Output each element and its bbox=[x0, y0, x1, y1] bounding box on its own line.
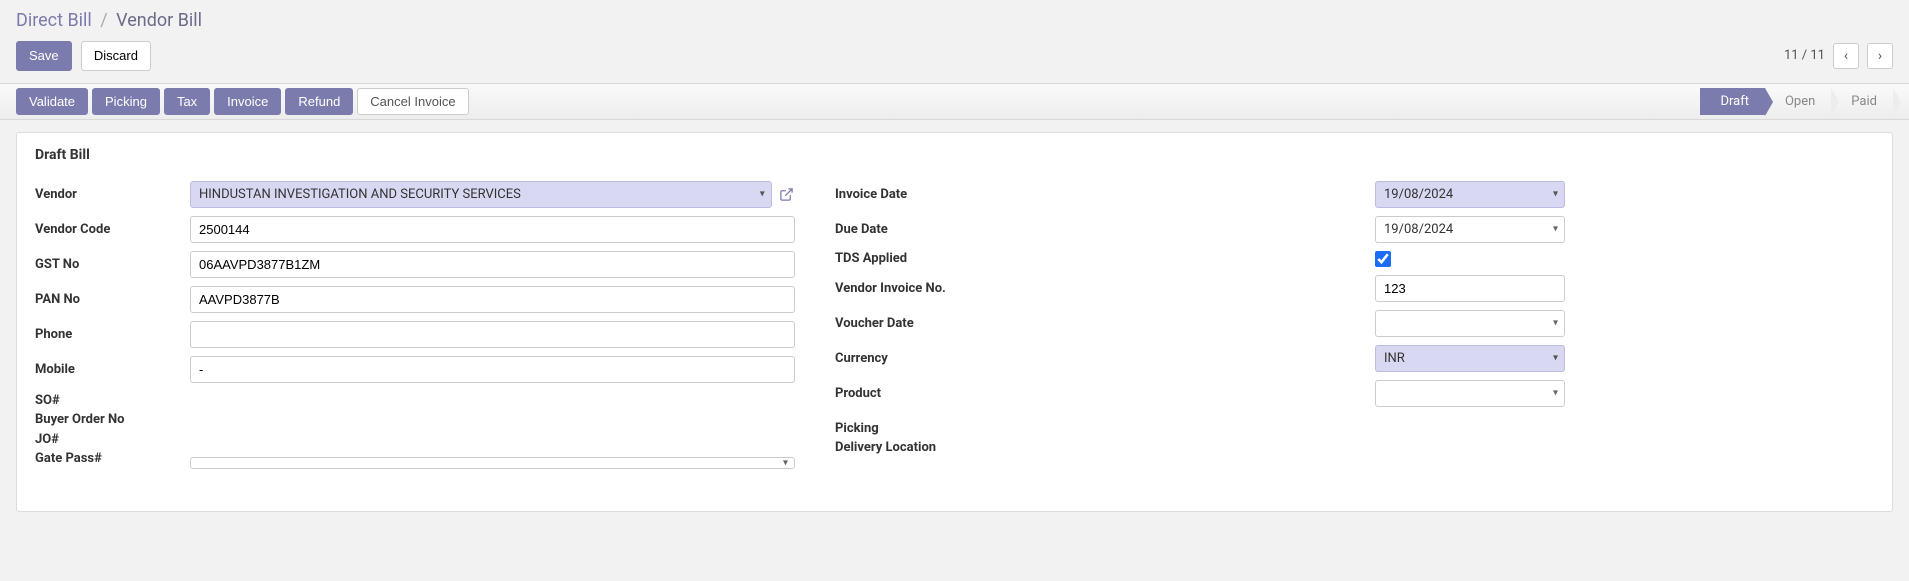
control-buttons: Save Discard bbox=[16, 41, 151, 71]
invoice-date-input[interactable]: 19/08/2024 bbox=[1375, 181, 1565, 208]
vendor-invoice-no-label: Vendor Invoice No. bbox=[835, 281, 1375, 296]
vendor-label: Vendor bbox=[35, 187, 190, 202]
pager-next[interactable]: › bbox=[1867, 43, 1893, 69]
mobile-input[interactable] bbox=[190, 356, 795, 383]
chevron-left-icon: ‹ bbox=[1844, 48, 1848, 64]
gst-no-input[interactable] bbox=[190, 251, 795, 278]
statusbar: Draft Open Paid bbox=[1700, 88, 1893, 115]
form-left-col: Vendor HINDUSTAN INVESTIGATION AND SECUR… bbox=[35, 181, 795, 477]
picking-labels: Picking Delivery Location bbox=[835, 419, 1375, 458]
so-labels: SO# Buyer Order No JO# Gate Pass# bbox=[35, 391, 190, 469]
product-select[interactable] bbox=[1375, 380, 1565, 407]
gst-no-label: GST No bbox=[35, 257, 190, 272]
vendor-code-input[interactable] bbox=[190, 216, 795, 243]
breadcrumb: Direct Bill / Vendor Bill bbox=[0, 0, 1909, 37]
sheet-title: Draft Bill bbox=[35, 147, 1874, 163]
tax-button[interactable]: Tax bbox=[164, 88, 210, 115]
vendor-invoice-no-input[interactable] bbox=[1375, 275, 1565, 302]
save-button[interactable]: Save bbox=[16, 41, 72, 71]
so-label: SO# bbox=[35, 391, 182, 411]
voucher-date-label: Voucher Date bbox=[835, 316, 1375, 331]
breadcrumb-parent[interactable]: Direct Bill bbox=[16, 10, 92, 31]
cancel-invoice-button[interactable]: Cancel Invoice bbox=[357, 88, 468, 115]
buyer-order-no-label: Buyer Order No bbox=[35, 410, 182, 430]
invoice-button[interactable]: Invoice bbox=[214, 88, 281, 115]
currency-select[interactable]: INR bbox=[1375, 345, 1565, 372]
tds-applied-label: TDS Applied bbox=[835, 251, 1375, 266]
product-label: Product bbox=[835, 386, 1375, 401]
voucher-date-input[interactable] bbox=[1375, 310, 1565, 337]
status-paid[interactable]: Paid bbox=[1831, 88, 1893, 115]
jo-label: JO# bbox=[35, 430, 182, 450]
pan-no-input[interactable] bbox=[190, 286, 795, 313]
delivery-location-label: Delivery Location bbox=[835, 438, 1367, 458]
vendor-code-label: Vendor Code bbox=[35, 222, 190, 237]
phone-label: Phone bbox=[35, 327, 190, 342]
pager-count: 11 / 11 bbox=[1784, 48, 1825, 63]
pager-prev[interactable]: ‹ bbox=[1833, 43, 1859, 69]
status-open[interactable]: Open bbox=[1765, 88, 1831, 115]
currency-label: Currency bbox=[835, 351, 1375, 366]
due-date-input[interactable]: 19/08/2024 bbox=[1375, 216, 1565, 243]
form-sheet: Draft Bill Vendor HINDUSTAN INVESTIGATIO… bbox=[16, 132, 1893, 512]
picking-button[interactable]: Picking bbox=[92, 88, 160, 115]
pager: 11 / 11 ‹ › bbox=[1784, 43, 1893, 69]
external-link-icon[interactable] bbox=[778, 185, 795, 203]
mobile-label: Mobile bbox=[35, 362, 190, 377]
breadcrumb-sep: / bbox=[100, 10, 107, 31]
action-buttons: Validate Picking Tax Invoice Refund Canc… bbox=[16, 88, 469, 115]
invoice-date-label: Invoice Date bbox=[835, 187, 1375, 202]
breadcrumb-current: Vendor Bill bbox=[116, 10, 202, 31]
due-date-label: Due Date bbox=[835, 222, 1375, 237]
refund-button[interactable]: Refund bbox=[285, 88, 353, 115]
tds-applied-checkbox[interactable] bbox=[1375, 251, 1391, 267]
picking-label: Picking bbox=[835, 419, 1367, 439]
chevron-right-icon: › bbox=[1878, 48, 1882, 64]
vendor-select[interactable]: HINDUSTAN INVESTIGATION AND SECURITY SER… bbox=[190, 181, 772, 208]
phone-input[interactable] bbox=[190, 321, 795, 348]
gate-pass-label: Gate Pass# bbox=[35, 449, 182, 469]
form-right-col: Invoice Date 19/08/2024 Due Date 19/08/2… bbox=[835, 181, 1595, 477]
pan-no-label: PAN No bbox=[35, 292, 190, 307]
gate-pass-select[interactable] bbox=[190, 457, 795, 469]
status-draft[interactable]: Draft bbox=[1700, 88, 1765, 115]
validate-button[interactable]: Validate bbox=[16, 88, 88, 115]
discard-button[interactable]: Discard bbox=[81, 41, 151, 71]
